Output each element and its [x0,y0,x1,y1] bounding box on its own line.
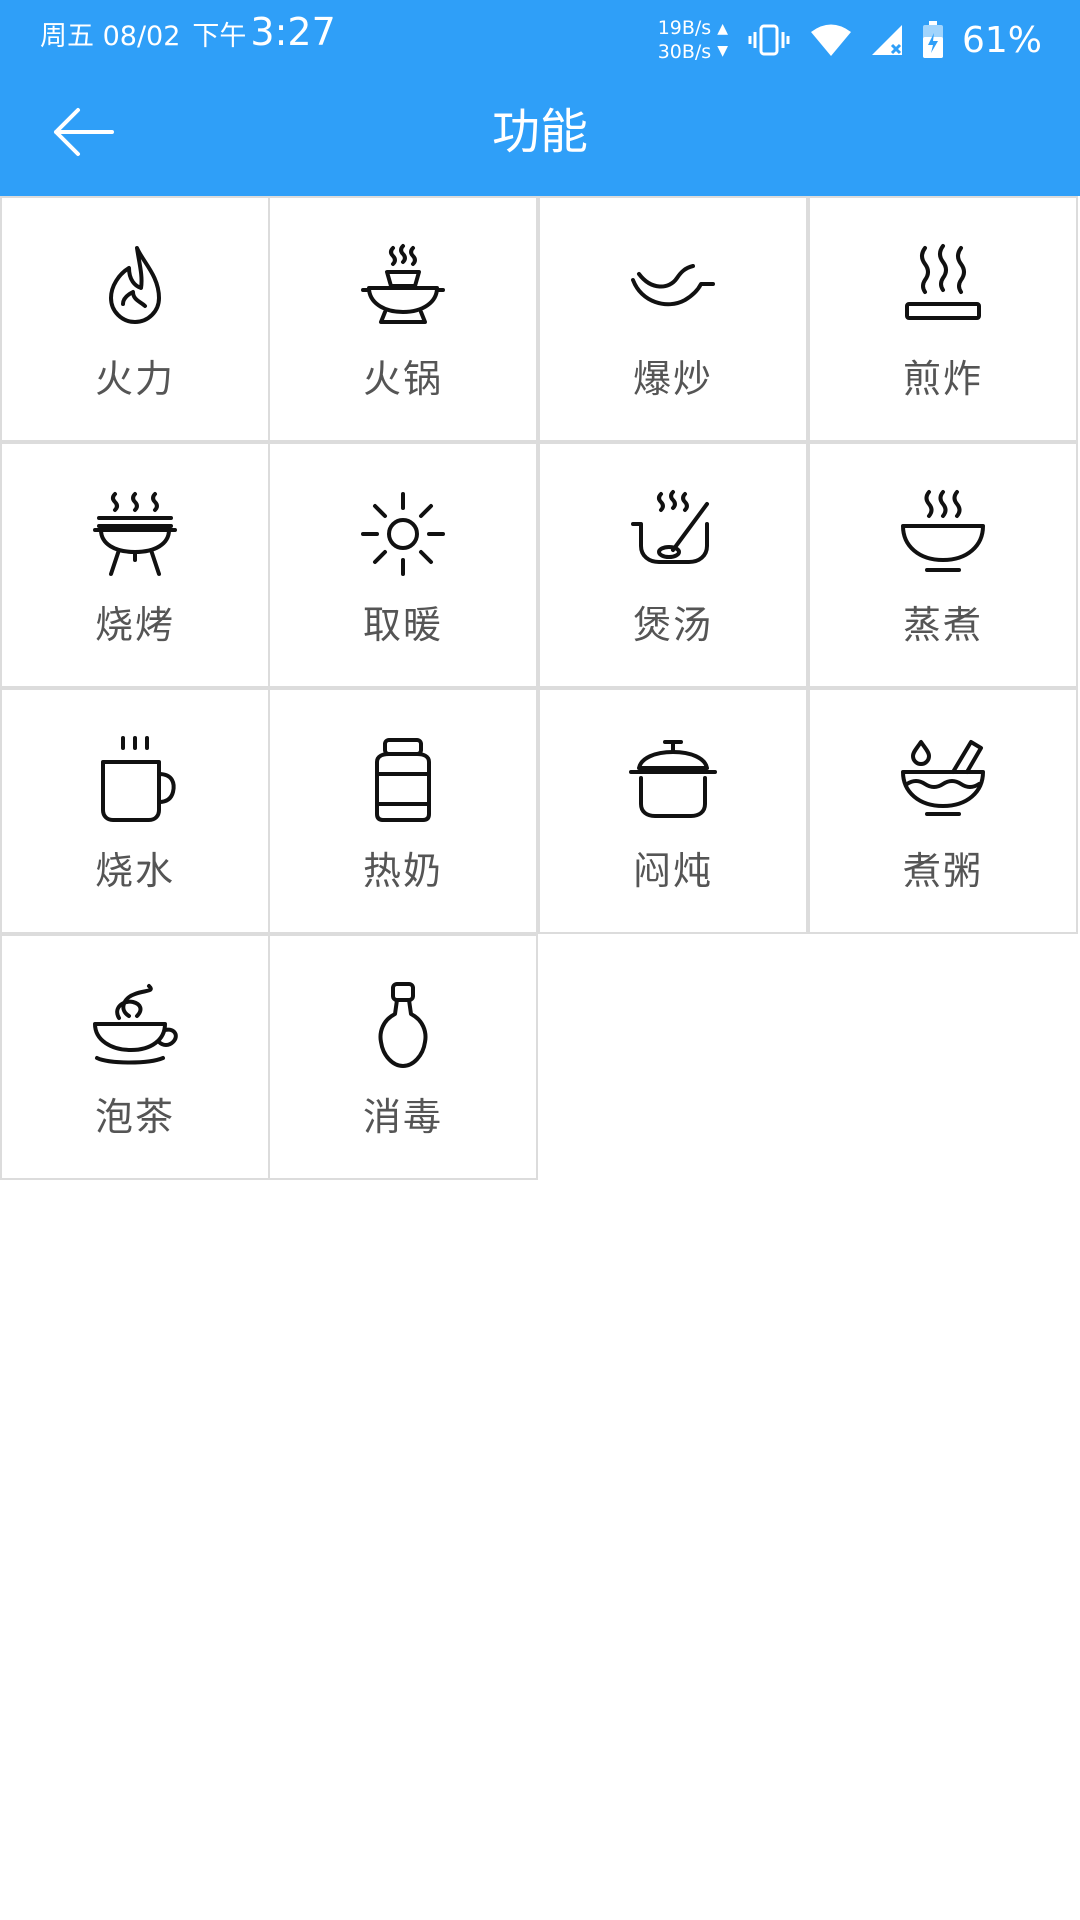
function-label: 煲汤 [632,603,713,647]
flame-icon [89,242,181,334]
porridge-bowl-icon [897,734,989,826]
wok-icon [627,242,719,334]
function-item-braise[interactable]: 闷炖 [538,688,808,934]
function-label: 闷炖 [632,849,713,893]
net-up-rate: 19B/s [657,17,712,39]
function-label: 烧水 [94,849,175,893]
page-title: 功能 [491,104,588,160]
fry-pan-icon [897,242,989,334]
stew-pot-icon [627,734,719,826]
status-bar-right: 19B/s 30B/s ▲ ▼ 61% [658,10,1042,70]
status-bar-left: 周五 08/02 下午 3:27 [40,10,336,70]
sun-icon [357,488,449,580]
function-item-soup[interactable]: 煲汤 [538,442,808,688]
function-item-stir-fry[interactable]: 爆炒 [538,196,808,442]
battery-percentage: 61% [961,19,1042,61]
wifi-icon [810,23,852,57]
status-time: 3:27 [250,10,336,54]
milk-jar-icon [357,734,449,826]
function-item-heating[interactable]: 取暖 [268,442,538,688]
vibrate-icon [746,22,792,58]
function-label: 煎炸 [902,357,983,401]
tea-cup-icon [89,980,181,1072]
soup-icon [627,488,719,580]
function-label: 取暖 [362,603,443,647]
steam-bowl-icon [897,488,989,580]
function-label: 火锅 [362,357,443,401]
function-label: 煮粥 [902,849,983,893]
function-item-warm-milk[interactable]: 热奶 [268,688,538,934]
grill-icon [89,488,181,580]
function-item-boil-water[interactable]: 烧水 [0,688,270,934]
net-arrows-icon: ▲ ▼ [717,21,728,59]
function-item-hotpot[interactable]: 火锅 [268,196,538,442]
function-label: 热奶 [362,849,443,893]
function-item-disinfect[interactable]: 消毒 [268,934,538,1180]
net-down-rate: 30B/s [657,41,712,63]
function-item-steam-boil[interactable]: 蒸煮 [808,442,1078,688]
network-speed: 19B/s 30B/s ▲ ▼ [658,16,728,64]
function-label: 消毒 [362,1095,443,1139]
app-bar: 周五 08/02 下午 3:27 19B/s 30B/s ▲ ▼ 61% 功能 [0,0,1080,196]
function-item-brew-tea[interactable]: 泡茶 [0,934,270,1180]
function-item-pan-fry[interactable]: 煎炸 [808,196,1078,442]
function-item-barbecue[interactable]: 烧烤 [0,442,270,688]
function-label: 爆炒 [632,357,713,401]
bulb-icon [357,980,449,1072]
status-period: 下午 [192,21,247,52]
function-item-fire-power[interactable]: 火力 [0,196,270,442]
function-label: 蒸煮 [902,603,983,647]
function-label: 泡茶 [94,1095,175,1139]
kettle-mug-icon [89,734,181,826]
function-label: 火力 [94,357,175,401]
cell-signal-icon [870,23,904,57]
hotpot-icon [357,242,449,334]
status-date: 周五 08/02 [40,21,181,52]
function-label: 烧烤 [94,603,175,647]
function-item-porridge[interactable]: 煮粥 [808,688,1078,934]
battery-icon [922,21,944,59]
